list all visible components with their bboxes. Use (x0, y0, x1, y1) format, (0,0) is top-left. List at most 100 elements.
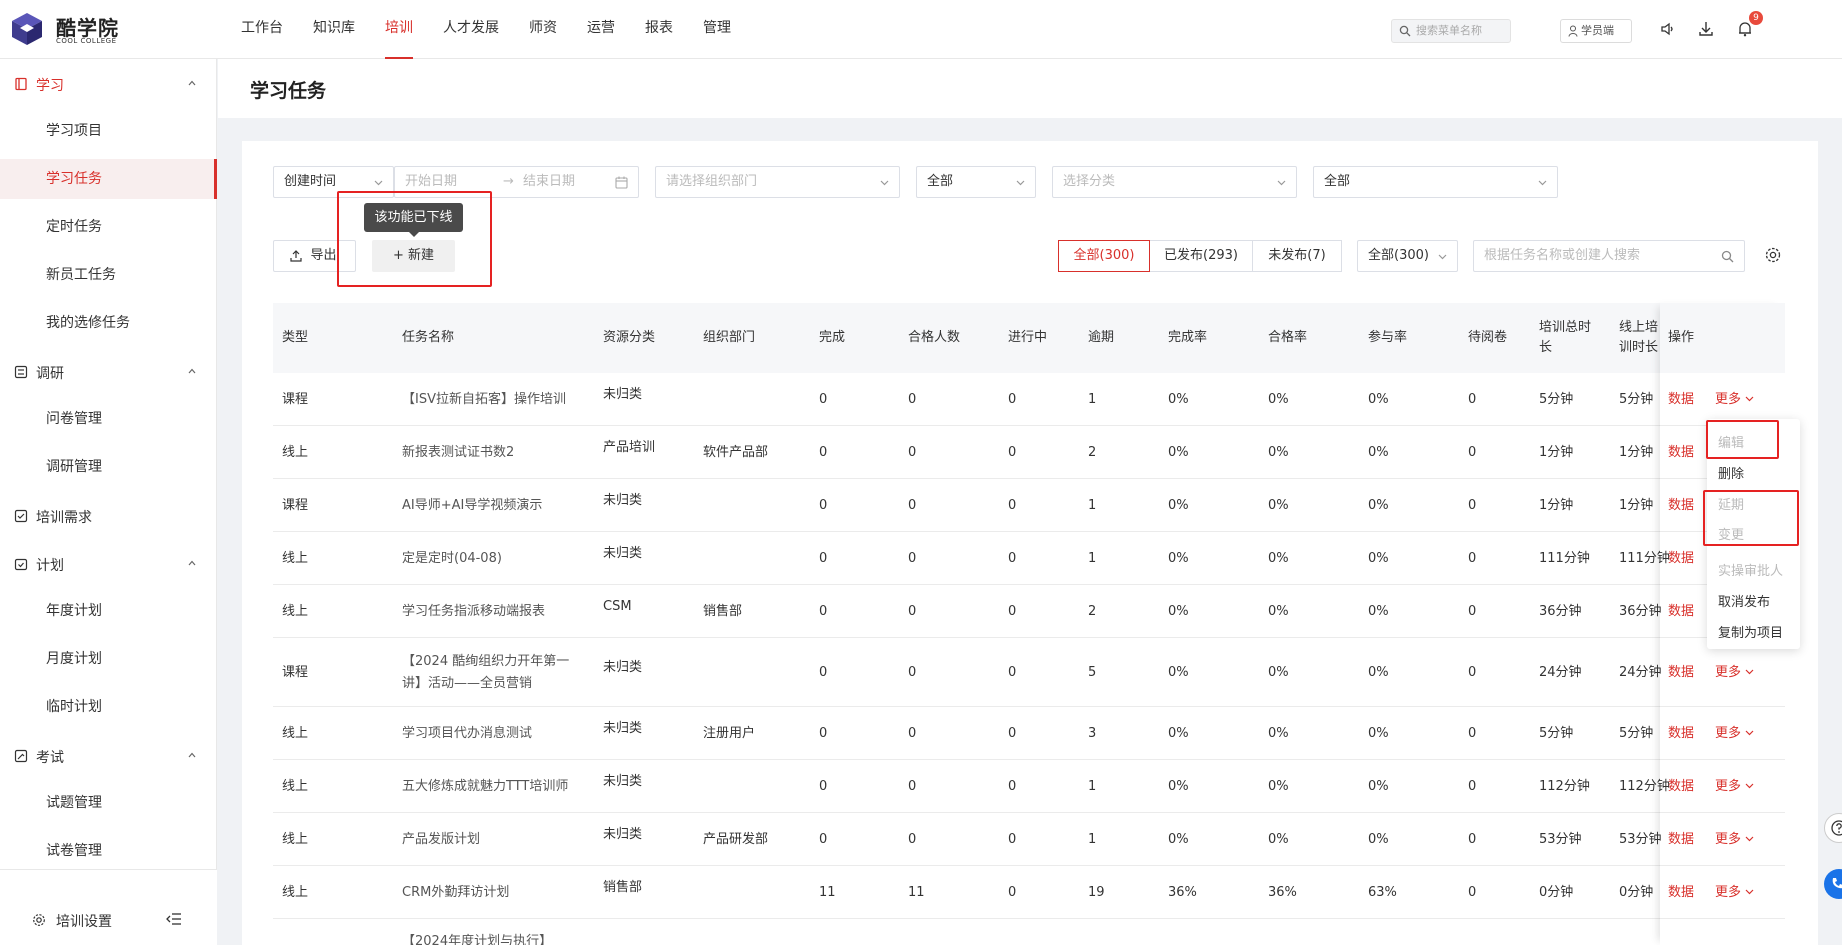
row-more-button[interactable]: 更多 (1715, 777, 1754, 797)
cell-type: 线上 (282, 603, 309, 619)
cell-qualified: 0 (908, 497, 917, 513)
cell-name[interactable]: 【2024年度计划与执行】 (402, 931, 582, 945)
cell-pending-grading: 0 (1468, 884, 1477, 900)
row-more-button[interactable]: 更多 (1715, 663, 1754, 683)
nav-item-reports[interactable]: 报表 (645, 0, 673, 59)
cell-name[interactable]: 【2024 酷绚组织力开年第一讲】活动——全员营销 (402, 651, 582, 695)
cell-pass-rate: 0% (1268, 831, 1289, 847)
nav-item-training[interactable]: 培训 (385, 0, 413, 59)
sidebar-group-learning[interactable]: 学习 (0, 62, 217, 106)
nav-item-instructors[interactable]: 师资 (529, 0, 557, 59)
status-filter-select[interactable]: 全部 (916, 166, 1036, 198)
row-divider (273, 637, 1785, 638)
sidebar-item-learning-tasks[interactable]: 学习任务 (0, 159, 217, 199)
settings-icon[interactable] (1764, 246, 1782, 264)
sidebar-item-monthly-plan[interactable]: 月度计划 (0, 639, 217, 679)
tab-all[interactable]: 全部(300) (1058, 240, 1150, 272)
cell-name[interactable]: CRM外勤拜访计划 (402, 882, 582, 904)
sidebar-item-questionnaires[interactable]: 问卷管理 (0, 399, 217, 439)
help-icon (1831, 820, 1842, 836)
type-filter-select[interactable]: 全部 (1313, 166, 1558, 198)
row-data-link[interactable]: 数据 (1668, 830, 1694, 850)
row-more-button[interactable]: 更多 (1715, 883, 1754, 903)
task-type-select[interactable]: 全部(300) (1357, 240, 1458, 272)
tab-unpublished[interactable]: 未发布(7) (1252, 240, 1342, 272)
menu-item-change[interactable]: 变更 (1718, 524, 1744, 543)
cell-name[interactable]: 【ISV拉新自拓客】操作培训 (402, 389, 582, 411)
row-data-link[interactable]: 数据 (1668, 443, 1694, 463)
cell-name[interactable]: AI导师+AI导学视频演示 (402, 495, 582, 517)
nav-item-workbench[interactable]: 工作台 (241, 0, 283, 59)
row-more-button[interactable]: 更多 (1715, 390, 1754, 410)
row-data-link[interactable]: 数据 (1668, 549, 1694, 569)
nav-item-knowledge[interactable]: 知识库 (313, 0, 355, 59)
menu-item-delete[interactable]: 删除 (1718, 463, 1744, 482)
cell-type: 课程 (282, 391, 309, 407)
sidebar-item-temporary-plan[interactable]: 临时计划 (0, 687, 217, 727)
nav-item-admin[interactable]: 管理 (703, 0, 731, 59)
cell-name[interactable]: 五大修炼成就魅力TTT培训师 (402, 776, 582, 798)
cell-name[interactable]: 定是定时(04-08) (402, 548, 582, 570)
cell-total-duration: 53分钟 (1539, 831, 1582, 847)
sidebar-group-exams[interactable]: 考试 (0, 734, 217, 778)
export-button[interactable]: 导出 (273, 240, 356, 272)
row-data-link[interactable]: 数据 (1668, 663, 1694, 683)
menu-search-input[interactable]: 搜索菜单名称 (1391, 19, 1511, 43)
sidebar-item-scheduled-tasks[interactable]: 定时任务 (0, 207, 217, 247)
row-data-link[interactable]: 数据 (1668, 724, 1694, 744)
row-data-link[interactable]: 数据 (1668, 602, 1694, 622)
row-data-link[interactable]: 数据 (1668, 496, 1694, 516)
row-data-link[interactable]: 数据 (1668, 777, 1694, 797)
date-range-picker[interactable]: 开始日期 → 结束日期 (394, 166, 639, 198)
cell-name[interactable]: 新报表测试证书数2 (402, 442, 582, 464)
category-select[interactable]: 选择分类 (1052, 166, 1297, 198)
nav-item-operations[interactable]: 运营 (587, 0, 615, 59)
sidebar-group-training-needs[interactable]: 培训需求 (0, 494, 217, 538)
sidebar-item-learning-projects[interactable]: 学习项目 (0, 111, 217, 151)
training-settings-link[interactable]: 培训设置 (56, 911, 112, 931)
logo[interactable]: 酷学院 COOL COLLEGE (10, 10, 125, 50)
time-type-select[interactable]: 创建时间 (273, 166, 394, 198)
sidebar-item-annual-plan[interactable]: 年度计划 (0, 591, 217, 631)
task-search-input[interactable]: 根据任务名称或创建人搜索 (1473, 240, 1745, 272)
sidebar-item-new-employee-tasks[interactable]: 新员工任务 (0, 255, 217, 295)
sidebar-group-plans[interactable]: 计划 (0, 542, 217, 586)
row-data-link[interactable]: 数据 (1668, 390, 1694, 410)
customer-service-button[interactable] (1824, 869, 1842, 899)
nav-item-talent[interactable]: 人才发展 (443, 0, 499, 59)
menu-item-copy-as-project[interactable]: 复制为项目 (1718, 622, 1783, 641)
cell-pending-grading: 0 (1468, 778, 1477, 794)
download-icon[interactable] (1697, 20, 1715, 38)
menu-item-extend[interactable]: 延期 (1718, 494, 1744, 513)
cell-name[interactable]: 学习任务指派移动端报表 (402, 601, 582, 623)
sidebar-item-exam-papers[interactable]: 试卷管理 (0, 831, 217, 871)
menu-item-unpublish[interactable]: 取消发布 (1718, 591, 1770, 610)
tab-published[interactable]: 已发布(293) (1149, 240, 1253, 272)
sidebar-item-elective-tasks[interactable]: 我的选修任务 (0, 303, 217, 343)
menu-item-approver[interactable]: 实操审批人 (1718, 560, 1783, 579)
row-more-button[interactable]: 更多 (1715, 830, 1754, 850)
help-float-button[interactable] (1824, 813, 1842, 843)
cell-participation: 0% (1368, 550, 1389, 566)
sidebar-item-question-bank[interactable]: 试题管理 (0, 783, 217, 823)
row-more-button[interactable]: 更多 (1715, 724, 1754, 744)
cell-name[interactable]: 学习项目代办消息测试 (402, 723, 582, 745)
brand-name-en: COOL COLLEGE (56, 37, 117, 45)
cell-pending-grading: 0 (1468, 664, 1477, 680)
row-divider (273, 812, 1785, 813)
department-select[interactable]: 请选择组织部门 (655, 166, 900, 198)
collapse-menu-icon[interactable] (166, 912, 182, 926)
cell-online-duration: 1分钟 (1619, 444, 1654, 460)
sidebar-item-survey-management[interactable]: 调研管理 (0, 447, 217, 487)
menu-item-edit[interactable]: 编辑 (1718, 432, 1744, 451)
sidebar-group-survey[interactable]: 调研 (0, 350, 217, 394)
new-task-button[interactable]: + 新建 (372, 240, 455, 272)
row-data-link[interactable]: 数据 (1668, 883, 1694, 903)
speaker-icon[interactable] (1659, 20, 1677, 38)
cell-completion-rate: 0% (1168, 778, 1189, 794)
column-header-department: 组织部门 (703, 330, 756, 345)
search-icon (1721, 250, 1734, 263)
student-portal-button[interactable]: 学员端 (1560, 19, 1632, 43)
cell-department: 软件产品部 (703, 444, 769, 460)
cell-name[interactable]: 产品发版计划 (402, 829, 582, 851)
